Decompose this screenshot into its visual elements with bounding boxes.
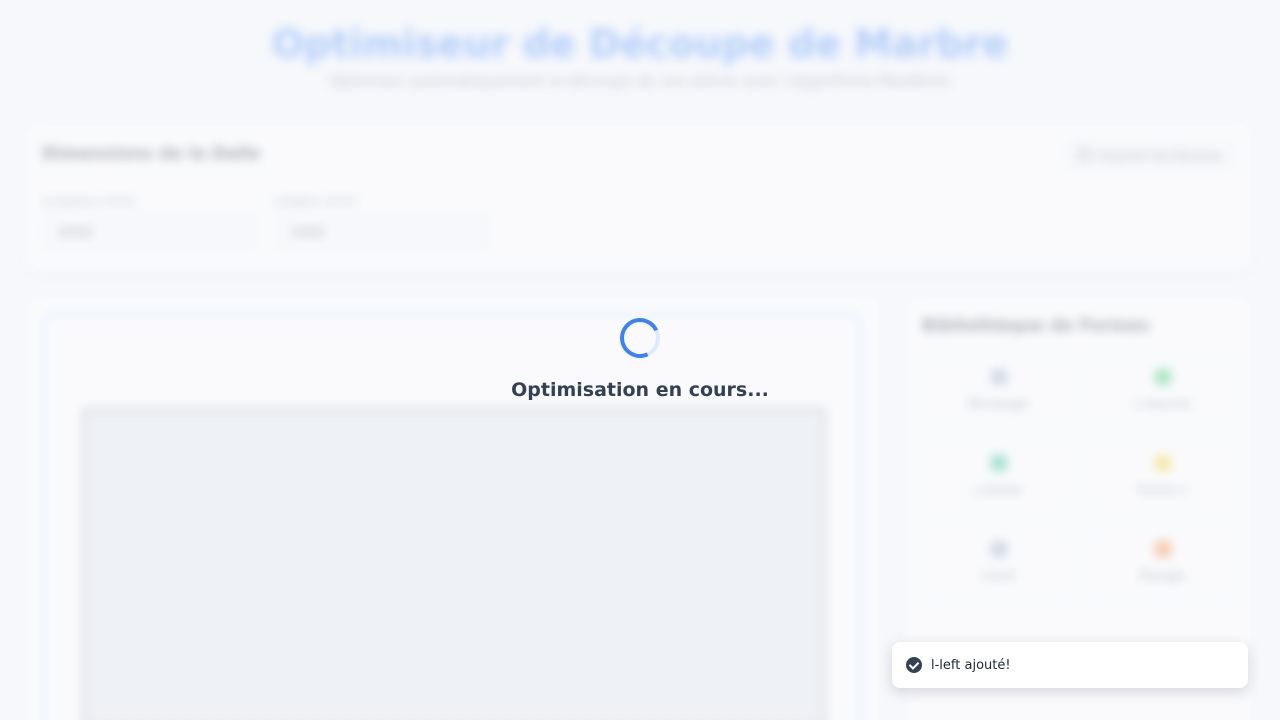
check-circle-icon (906, 657, 922, 673)
loading-overlay: Optimisation en cours... (0, 0, 1280, 720)
toast-notification: l-left ajouté! (892, 642, 1248, 688)
loading-spinner-icon (614, 312, 666, 364)
loading-text: Optimisation en cours... (511, 379, 769, 401)
toast-message: l-left ajouté! (931, 657, 1011, 673)
